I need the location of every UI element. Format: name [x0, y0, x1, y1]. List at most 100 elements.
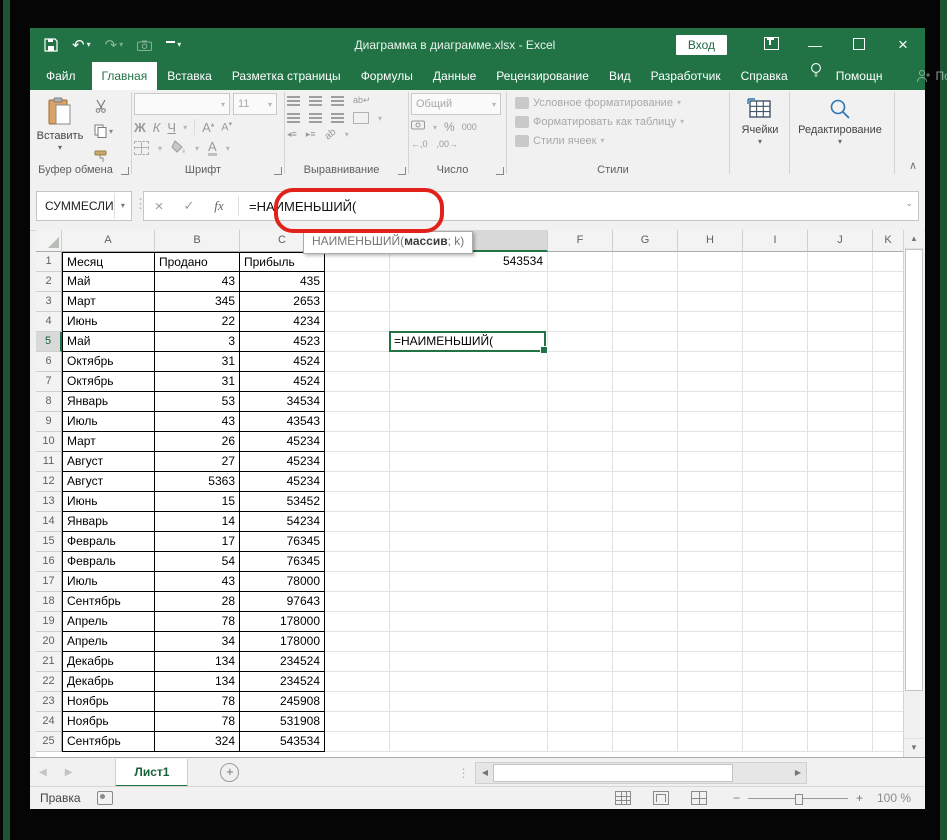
cell-F6[interactable] — [548, 352, 613, 372]
cell-I3[interactable] — [743, 292, 808, 312]
cell-F12[interactable] — [548, 472, 613, 492]
cell-D12[interactable] — [325, 472, 390, 492]
tab-help[interactable]: Справка — [731, 62, 798, 90]
align-top-button[interactable] — [287, 95, 300, 106]
cell-J8[interactable] — [808, 392, 873, 412]
cell-H6[interactable] — [678, 352, 743, 372]
cell-B13[interactable]: 15 — [155, 492, 240, 512]
increase-decimal-button[interactable]: ←,0 — [411, 139, 428, 149]
cell-D11[interactable] — [325, 452, 390, 472]
fill-color-button[interactable] — [171, 140, 186, 156]
cell-A7[interactable]: Октябрь — [62, 372, 155, 392]
cell-C21[interactable]: 234524 — [240, 652, 325, 672]
cell-G19[interactable] — [613, 612, 678, 632]
orientation-button[interactable]: ab — [322, 127, 338, 143]
column-header-J[interactable]: J — [808, 230, 873, 252]
cell-F20[interactable] — [548, 632, 613, 652]
cell-E21[interactable] — [390, 652, 548, 672]
save-icon[interactable] — [44, 38, 58, 52]
insert-function-icon[interactable]: fx — [204, 198, 234, 214]
cell-J20[interactable] — [808, 632, 873, 652]
row-header-14[interactable]: 14 — [36, 512, 62, 532]
cell-J17[interactable] — [808, 572, 873, 592]
sheet-prev-icon[interactable]: ◀ — [30, 767, 56, 778]
cell-B4[interactable]: 22 — [155, 312, 240, 332]
cell-B23[interactable]: 78 — [155, 692, 240, 712]
cell-B3[interactable]: 345 — [155, 292, 240, 312]
vertical-scroll-thumb[interactable] — [905, 249, 923, 691]
tab-view[interactable]: Вид — [599, 62, 641, 90]
underline-dropdown[interactable]: ▾ — [183, 123, 187, 132]
cell-B8[interactable]: 53 — [155, 392, 240, 412]
row-header-19[interactable]: 19 — [36, 612, 62, 632]
shrink-font-button[interactable]: А▾ — [221, 120, 232, 134]
cell-F22[interactable] — [548, 672, 613, 692]
cell-E8[interactable] — [390, 392, 548, 412]
grow-font-button[interactable]: А▴ — [202, 120, 214, 135]
cell-F25[interactable] — [548, 732, 613, 752]
cell-H11[interactable] — [678, 452, 743, 472]
decrease-indent-button[interactable]: ◂≡ — [287, 129, 297, 140]
row-header-17[interactable]: 17 — [36, 572, 62, 592]
column-header-I[interactable]: I — [743, 230, 808, 252]
align-bottom-button[interactable] — [331, 95, 344, 106]
cell-K22[interactable] — [873, 672, 904, 692]
column-header-A[interactable]: A — [62, 230, 155, 252]
column-header-B[interactable]: B — [155, 230, 240, 252]
cell-K5[interactable] — [873, 332, 904, 352]
tab-developer[interactable]: Разработчик — [641, 62, 731, 90]
cell-B7[interactable]: 31 — [155, 372, 240, 392]
column-header-K[interactable]: K — [873, 230, 904, 252]
cell-D2[interactable] — [325, 272, 390, 292]
cell-F13[interactable] — [548, 492, 613, 512]
cell-A23[interactable]: Ноябрь — [62, 692, 155, 712]
cell-G14[interactable] — [613, 512, 678, 532]
percent-style-button[interactable]: % — [444, 120, 455, 134]
cell-I23[interactable] — [743, 692, 808, 712]
cell-F15[interactable] — [548, 532, 613, 552]
cell-C5[interactable]: 4523 — [240, 332, 325, 352]
tab-file[interactable]: Файл — [30, 62, 92, 90]
cell-A24[interactable]: Ноябрь — [62, 712, 155, 732]
scroll-right-icon[interactable]: ▶ — [789, 768, 806, 777]
cell-D19[interactable] — [325, 612, 390, 632]
row-header-13[interactable]: 13 — [36, 492, 62, 512]
cell-F8[interactable] — [548, 392, 613, 412]
active-cell-e5[interactable]: =НАИМЕНЬШИЙ( — [389, 331, 548, 354]
scroll-left-icon[interactable]: ◀ — [476, 768, 493, 777]
row-header-11[interactable]: 11 — [36, 452, 62, 472]
cell-I14[interactable] — [743, 512, 808, 532]
cell-C3[interactable]: 2653 — [240, 292, 325, 312]
cell-A21[interactable]: Декабрь — [62, 652, 155, 672]
cell-D10[interactable] — [325, 432, 390, 452]
cell-G5[interactable] — [613, 332, 678, 352]
cell-G20[interactable] — [613, 632, 678, 652]
cell-F16[interactable] — [548, 552, 613, 572]
number-format-combo[interactable]: Общий ▾ — [411, 93, 501, 115]
cell-K11[interactable] — [873, 452, 904, 472]
row-header-18[interactable]: 18 — [36, 592, 62, 612]
cell-C15[interactable]: 76345 — [240, 532, 325, 552]
cell-H4[interactable] — [678, 312, 743, 332]
cell-E15[interactable] — [390, 532, 548, 552]
cell-H9[interactable] — [678, 412, 743, 432]
row-header-15[interactable]: 15 — [36, 532, 62, 552]
cell-H7[interactable] — [678, 372, 743, 392]
cell-D23[interactable] — [325, 692, 390, 712]
cell-I2[interactable] — [743, 272, 808, 292]
cell-A25[interactable]: Сентябрь — [62, 732, 155, 752]
cell-C18[interactable]: 97643 — [240, 592, 325, 612]
row-header-5[interactable]: 5 — [36, 332, 62, 352]
cell-G18[interactable] — [613, 592, 678, 612]
minimize-button[interactable]: — — [793, 37, 837, 53]
horizontal-scroll-thumb[interactable] — [493, 763, 734, 782]
cell-A1[interactable]: Месяц — [62, 252, 155, 272]
cell-A5[interactable]: Май — [62, 332, 155, 352]
cell-J14[interactable] — [808, 512, 873, 532]
cancel-icon[interactable]: × — [144, 198, 174, 215]
cell-K18[interactable] — [873, 592, 904, 612]
cell-C17[interactable]: 78000 — [240, 572, 325, 592]
cell-C13[interactable]: 53452 — [240, 492, 325, 512]
italic-button[interactable]: К — [153, 120, 161, 135]
cell-I10[interactable] — [743, 432, 808, 452]
